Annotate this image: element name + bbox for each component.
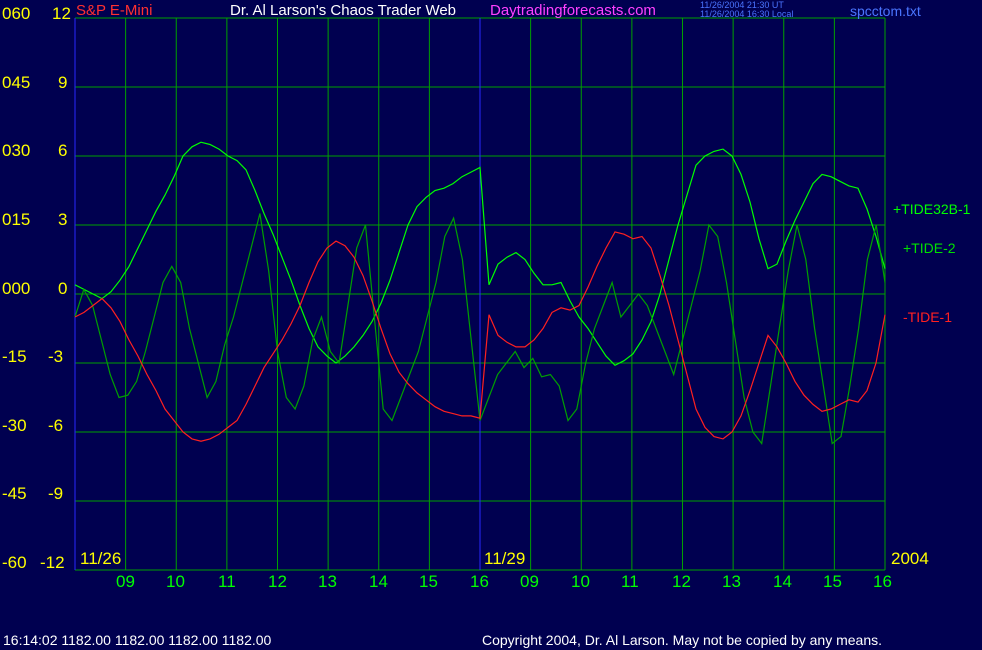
scale-tick: -6	[48, 416, 64, 435]
scale-tick: -9	[48, 484, 64, 503]
hour-tick: 09	[520, 572, 539, 591]
left-tick: -45	[2, 484, 27, 503]
timestamp-local: 11/26/2004 16:30 Local	[700, 9, 794, 19]
left-tick: -15	[2, 347, 27, 366]
scale-tick: -3	[48, 347, 64, 366]
hour-tick: 10	[571, 572, 590, 591]
scale-tick: 6	[58, 141, 68, 160]
scale-tick: -12	[40, 553, 65, 572]
left-tick: 015	[2, 210, 31, 229]
hour-tick: 11	[218, 572, 236, 591]
left-tick: -60	[2, 553, 27, 572]
hour-tick: 10	[166, 572, 185, 591]
legend-tide2: +TIDE-2	[903, 240, 956, 256]
hour-tick: 13	[318, 572, 337, 591]
hour-tick: 12	[268, 572, 287, 591]
hour-tick: 14	[773, 572, 792, 591]
copyright-notice: Copyright 2004, Dr. Al Larson. May not b…	[482, 632, 883, 648]
scale-tick: 9	[58, 73, 68, 92]
left-tick: 045	[2, 73, 31, 92]
hour-tick: 11	[621, 572, 639, 591]
hour-tick: 13	[722, 572, 741, 591]
left-tick: 060	[2, 4, 31, 23]
site-title: Dr. Al Larson's Chaos Trader Web	[230, 2, 457, 19]
hour-tick: 15	[419, 572, 438, 591]
hour-tick: 16	[470, 572, 489, 591]
left-tick: 030	[2, 141, 31, 160]
scale-tick: 12	[52, 4, 71, 23]
hour-tick: 12	[672, 572, 691, 591]
domain-link[interactable]: Daytradingforecasts.com	[490, 3, 656, 19]
left-tick: 000	[2, 279, 31, 298]
legend-tide1: -TIDE-1	[903, 309, 952, 325]
hour-tick: 15	[823, 572, 842, 591]
left-tick: -30	[2, 416, 27, 435]
hour-tick: 09	[116, 572, 135, 591]
date-label-1126: 11/26	[80, 549, 122, 568]
hour-tick: 16	[873, 572, 892, 591]
instrument-title: S&P E-Mini	[76, 2, 153, 19]
date-label-1129: 11/29	[484, 549, 526, 568]
year-label: 2004	[891, 549, 929, 568]
scale-tick: 0	[58, 279, 68, 298]
hour-tick: 14	[369, 572, 388, 591]
scale-tick: 3	[58, 210, 68, 229]
data-filename: spcctom.txt	[850, 3, 921, 19]
quote-readout: 16:14:02 1182.00 1182.00 1182.00 1182.00	[3, 632, 272, 648]
legend-tide32b: +TIDE32B-1	[893, 201, 971, 217]
chart-grid	[74, 17, 886, 571]
